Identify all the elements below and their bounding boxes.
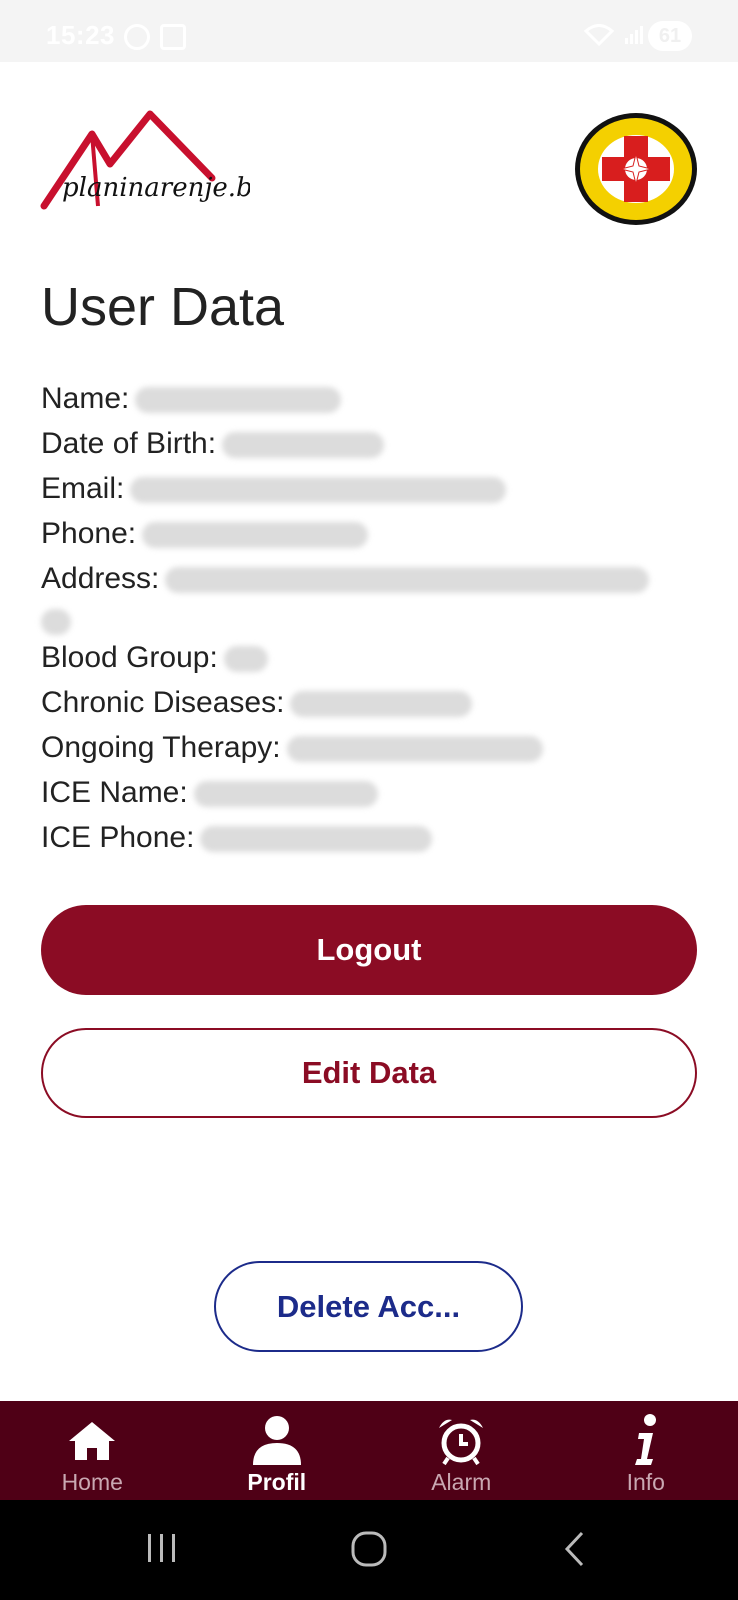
dob-label: Date of Birth: [41,427,217,460]
delete-account-button[interactable]: Delete Acc... [214,1261,523,1352]
ice-name-value-redacted [193,781,378,808]
chronic-diseases-label: Chronic Diseases: [41,686,285,719]
blood-group-label: Blood Group: [41,641,218,674]
address-label: Address: [41,562,160,595]
battery-icon: 61 [648,21,692,51]
bottom-nav: Home Profil Alarm Info [0,1401,738,1500]
nav-item-home[interactable]: Home [0,1401,185,1500]
nav-item-alarm[interactable]: Alarm [369,1401,554,1500]
mountain-rescue-logo [572,110,700,228]
nav-label-info: Info [626,1469,665,1495]
phone-label: Phone: [41,517,137,550]
therapy-label: Ongoing Therapy: [41,731,281,764]
address-value-redacted-line2 [41,609,71,635]
alarm-clock-icon [435,1415,487,1467]
timer-icon [124,24,150,50]
email-label: Email: [41,472,125,505]
signal-icon [624,22,644,52]
system-nav-bar [0,1500,738,1600]
user-data-list: Name: Date of Birth: Email: Phone: Addre… [41,376,701,860]
nav-item-profil[interactable]: Profil [185,1401,370,1500]
chronic-diseases-value-redacted [290,691,473,718]
blood-group-value-redacted [223,646,268,673]
page-title: User Data [41,277,285,337]
info-icon [620,1414,672,1467]
ice-phone-row: ICE Phone: [41,815,701,860]
name-value-redacted [135,387,342,414]
ice-name-row: ICE Name: [41,770,701,815]
home-circle-icon[interactable] [350,1530,388,1573]
email-value-redacted [130,477,507,504]
therapy-value-redacted [286,736,543,763]
status-time: 15:23 [46,20,115,50]
phone-row: Phone: [41,511,701,556]
therapy-row: Ongoing Therapy: [41,725,701,770]
screenshot-icon [160,24,186,50]
status-bar: 15:23 61 [0,0,738,62]
home-icon [66,1415,118,1467]
nav-label-home: Home [61,1469,123,1495]
dob-row: Date of Birth: [41,421,701,466]
user-icon [251,1415,303,1467]
dob-value-redacted [222,432,385,459]
name-label: Name: [41,382,130,415]
ice-name-label: ICE Name: [41,776,188,809]
ice-phone-label: ICE Phone: [41,821,195,854]
nav-label-alarm: Alarm [431,1469,492,1495]
back-icon[interactable] [562,1530,588,1573]
nav-label-profil: Profil [247,1469,307,1495]
blood-group-row: Blood Group: [41,635,701,680]
planinarenje-logo: planinarenje.ba [40,108,268,218]
recent-apps-icon[interactable] [146,1530,178,1571]
ice-phone-value-redacted [200,826,433,853]
wifi-icon [583,24,615,52]
name-row: Name: [41,376,701,421]
nav-item-info[interactable]: Info [554,1401,738,1500]
email-row: Email: [41,466,701,511]
chronic-diseases-row: Chronic Diseases: [41,680,701,725]
phone-value-redacted [142,522,369,549]
address-row: Address: [41,556,701,635]
logout-button[interactable]: Logout [41,905,697,995]
svg-text:planinarenje.ba: planinarenje.ba [62,173,250,203]
address-value-redacted [165,567,650,594]
edit-data-button[interactable]: Edit Data [41,1028,697,1118]
